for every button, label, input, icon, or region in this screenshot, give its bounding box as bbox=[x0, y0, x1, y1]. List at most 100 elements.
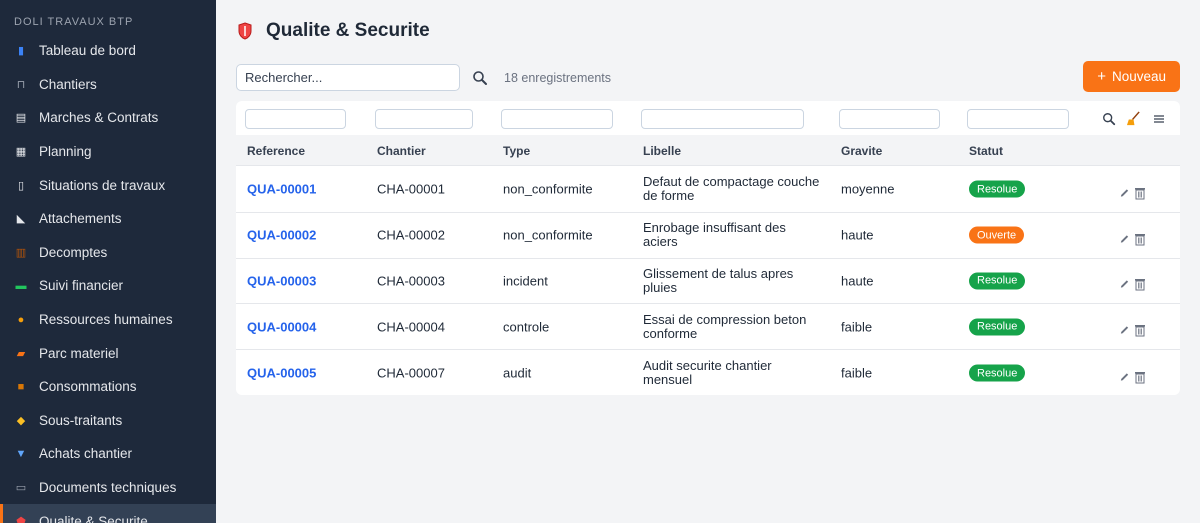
filter-statut[interactable] bbox=[967, 109, 1069, 129]
sidebar-item-label: Situations de travaux bbox=[39, 177, 166, 193]
column-header[interactable]: Statut bbox=[969, 144, 1003, 158]
cart-icon: ▼ bbox=[15, 447, 27, 460]
trash-icon[interactable] bbox=[1134, 277, 1146, 291]
sidebar-item[interactable]: ▬ Suivi financier bbox=[0, 269, 216, 303]
sidebar: DOLI TRAVAUX BTP ▮ Tableau de bord ⊓ Chanti… bbox=[0, 0, 216, 523]
filter-type[interactable] bbox=[501, 109, 613, 129]
edit-icon[interactable] bbox=[1118, 277, 1130, 291]
filter-libelle[interactable] bbox=[641, 109, 804, 129]
trash-icon[interactable] bbox=[1134, 323, 1146, 337]
row-actions bbox=[1118, 370, 1150, 384]
chantier-cell: CHA-00002 bbox=[377, 227, 445, 243]
sidebar-item[interactable]: ⊓ Chantiers bbox=[0, 68, 216, 102]
sidebar-item[interactable]: ◣ Attachements bbox=[0, 202, 216, 236]
column-header[interactable]: Chantier bbox=[377, 144, 426, 158]
broom-icon[interactable] bbox=[1126, 111, 1141, 126]
row-actions bbox=[1118, 323, 1150, 337]
chantier-cell: CHA-00001 bbox=[377, 181, 445, 197]
sidebar-item-label: Suivi financier bbox=[39, 278, 124, 294]
filter-reference[interactable] bbox=[245, 109, 346, 129]
sidebar-item[interactable]: ▦ Planning bbox=[0, 135, 216, 169]
gravite-cell: faible bbox=[841, 365, 873, 381]
sidebar-item-label: Documents techniques bbox=[39, 480, 177, 496]
type-cell: audit bbox=[503, 365, 532, 381]
handshake-icon: ◆ bbox=[16, 414, 26, 427]
sidebar-item-label: Tableau de bord bbox=[39, 43, 136, 59]
records-table: Reference Chantier Type Libelle Gravite … bbox=[236, 101, 1180, 395]
edit-icon[interactable] bbox=[1118, 232, 1130, 246]
page-title: Qualite & Securite bbox=[266, 20, 430, 41]
column-header[interactable]: Libelle bbox=[643, 144, 681, 158]
sidebar-item[interactable]: ⬟ Qualite & Securite bbox=[0, 504, 216, 523]
folder-icon: ▭ bbox=[15, 482, 27, 495]
reference-link[interactable]: QUA-00003 bbox=[247, 273, 316, 288]
sidebar-item[interactable]: ▤ Marches & Contrats bbox=[0, 101, 216, 135]
money-icon: ▬ bbox=[15, 279, 27, 292]
sidebar-item-label: Chantiers bbox=[39, 76, 97, 92]
reference-link[interactable]: QUA-00005 bbox=[247, 366, 316, 381]
type-cell: non_conformite bbox=[503, 181, 593, 197]
calendar-icon: ▦ bbox=[15, 146, 27, 159]
trash-icon[interactable] bbox=[1134, 370, 1146, 384]
sidebar-item[interactable]: ▯ Situations de travaux bbox=[0, 168, 216, 202]
title-row: Qualite & Securite bbox=[238, 20, 430, 42]
truck-icon: ▰ bbox=[16, 347, 26, 360]
table-row: QUA-00005 CHA-00007 audit Audit securite ch… bbox=[236, 350, 1180, 395]
sidebar-item-label: Sous-traitants bbox=[39, 412, 123, 428]
row-actions bbox=[1118, 232, 1150, 246]
filter-tools bbox=[1091, 111, 1166, 126]
shield-icon: ⬟ bbox=[16, 515, 26, 523]
column-header[interactable]: Type bbox=[503, 144, 530, 158]
type-cell: non_conformite bbox=[503, 227, 593, 243]
filter-chantier[interactable] bbox=[375, 109, 473, 129]
gravite-cell: faible bbox=[841, 319, 873, 335]
edit-icon[interactable] bbox=[1118, 370, 1130, 384]
type-cell: incident bbox=[503, 273, 548, 289]
gravite-cell: haute bbox=[841, 227, 874, 243]
toolbar: 18 enregistrements bbox=[236, 64, 611, 91]
filter-gravite[interactable] bbox=[839, 109, 940, 129]
sidebar-nav: ▮ Tableau de bord ⊓ Chantiers ▤ Marches & Con… bbox=[0, 34, 216, 523]
new-button[interactable]: + Nouveau bbox=[1083, 61, 1180, 92]
sidebar-item[interactable]: ▥ Decomptes bbox=[0, 236, 216, 270]
trash-icon[interactable] bbox=[1134, 232, 1146, 246]
row-actions bbox=[1118, 186, 1150, 200]
libelle-cell: Enrobage insuffisant des aciers bbox=[643, 220, 786, 250]
table-row: QUA-00002 CHA-00002 non_conformite Enrobage… bbox=[236, 213, 1180, 259]
filter-row bbox=[236, 101, 1180, 135]
sidebar-item[interactable]: ▼ Achats chantier bbox=[0, 437, 216, 471]
chantier-cell: CHA-00003 bbox=[377, 273, 445, 289]
edit-icon[interactable] bbox=[1118, 323, 1130, 337]
main-content: Qualite & Securite 18 enregistrements + … bbox=[216, 0, 1200, 523]
search-input[interactable] bbox=[236, 64, 460, 91]
record-count: 18 enregistrements bbox=[504, 70, 612, 85]
table-row: QUA-00004 CHA-00004 controle Essai de compr… bbox=[236, 304, 1180, 351]
column-header[interactable]: Gravite bbox=[841, 144, 882, 158]
sidebar-item-label: Parc materiel bbox=[39, 345, 119, 361]
sidebar-item[interactable]: ◆ Sous-traitants bbox=[0, 404, 216, 438]
sidebar-item-label: Decomptes bbox=[39, 244, 108, 260]
column-header[interactable]: Reference bbox=[247, 144, 305, 158]
type-cell: controle bbox=[503, 319, 550, 335]
sidebar-item[interactable]: ● Ressources humaines bbox=[0, 303, 216, 337]
worker-icon: ● bbox=[17, 313, 25, 326]
menu-icon[interactable] bbox=[1151, 111, 1166, 126]
search-icon[interactable] bbox=[1101, 111, 1116, 126]
sidebar-item[interactable]: ■ Consommations bbox=[0, 370, 216, 404]
reference-link[interactable]: QUA-00002 bbox=[247, 228, 316, 243]
sidebar-item-label: Achats chantier bbox=[39, 446, 133, 462]
bar-chart-icon: ▮ bbox=[17, 45, 25, 58]
sidebar-item[interactable]: ▮ Tableau de bord bbox=[0, 34, 216, 68]
edit-icon[interactable] bbox=[1118, 186, 1130, 200]
reference-link[interactable]: QUA-00001 bbox=[247, 182, 316, 197]
trash-icon[interactable] bbox=[1134, 186, 1146, 200]
status-badge: Resolue bbox=[969, 364, 1026, 382]
table-header: Reference Chantier Type Libelle Gravite … bbox=[236, 135, 1180, 166]
report-icon: ▯ bbox=[17, 179, 25, 192]
document-icon: ▤ bbox=[15, 112, 27, 125]
sidebar-item[interactable]: ▰ Parc materiel bbox=[0, 336, 216, 370]
sidebar-item[interactable]: ▭ Documents techniques bbox=[0, 471, 216, 505]
status-badge: Resolue bbox=[969, 180, 1026, 198]
reference-link[interactable]: QUA-00004 bbox=[247, 319, 316, 334]
search-icon[interactable] bbox=[472, 70, 488, 86]
